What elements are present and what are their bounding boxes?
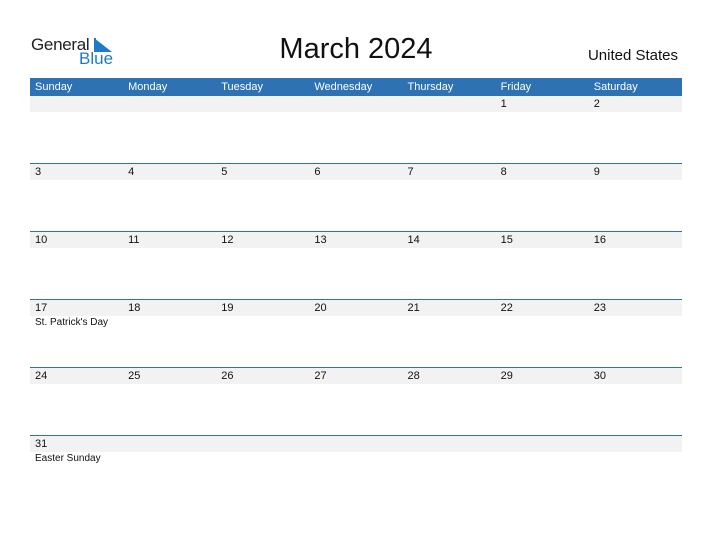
holiday-label xyxy=(123,316,216,330)
calendar-week: 12 xyxy=(30,96,682,163)
day-number xyxy=(216,96,309,112)
day-number: 25 xyxy=(128,370,141,382)
day-number: 24 xyxy=(35,370,48,382)
calendar-week: 31 Easter Sunday xyxy=(30,435,682,503)
calendar-week: 3 4 5 6 7 8 9 xyxy=(30,163,682,231)
calendar-week: 17 18 19 20 21 22 23 St. Patrick's Day xyxy=(30,299,682,367)
holiday-label xyxy=(123,452,216,466)
weekday-tuesday: Tuesday xyxy=(221,81,264,93)
day-number xyxy=(123,96,216,112)
date-row: 24 25 26 27 28 29 30 xyxy=(30,368,682,384)
holiday-label xyxy=(403,452,496,466)
day-number xyxy=(309,96,402,112)
day-number xyxy=(216,436,309,452)
day-number: 15 xyxy=(500,234,513,246)
calendar-week: 10 11 12 13 14 15 16 xyxy=(30,231,682,299)
holiday-label xyxy=(403,316,496,330)
day-number: 22 xyxy=(500,302,513,314)
day-number xyxy=(309,436,402,452)
date-row: 3 4 5 6 7 8 9 xyxy=(30,164,682,180)
day-number: 29 xyxy=(500,370,513,382)
day-number: 12 xyxy=(221,234,234,246)
day-number: 20 xyxy=(314,302,327,314)
day-number: 23 xyxy=(593,302,606,314)
holiday-label xyxy=(309,316,402,330)
date-row: 10 11 12 13 14 15 16 xyxy=(30,232,682,248)
date-row: 31 xyxy=(30,436,682,452)
weekday-thursday: Thursday xyxy=(407,81,454,93)
day-number: 26 xyxy=(221,370,234,382)
weekday-friday: Friday xyxy=(500,81,532,93)
holiday-label xyxy=(216,316,309,330)
weekday-wednesday: Wednesday xyxy=(314,81,373,93)
day-number: 2 xyxy=(593,98,600,110)
weekday-monday: Monday xyxy=(128,81,168,93)
country-label: United States xyxy=(587,47,678,64)
day-number: 31 xyxy=(35,438,48,450)
day-number xyxy=(496,436,589,452)
day-number: 6 xyxy=(314,166,321,178)
holiday-label: Easter Sunday xyxy=(35,453,101,464)
day-number: 10 xyxy=(35,234,48,246)
day-number: 17 xyxy=(35,302,48,314)
calendar-week: 24 25 26 27 28 29 30 xyxy=(30,367,682,435)
holiday-label xyxy=(589,452,682,466)
holiday-row: St. Patrick's Day xyxy=(30,316,682,330)
day-number: 21 xyxy=(407,302,420,314)
day-number xyxy=(403,436,496,452)
day-number: 27 xyxy=(314,370,327,382)
day-number: 30 xyxy=(593,370,606,382)
date-row: 12 xyxy=(30,96,682,112)
day-number: 14 xyxy=(407,234,420,246)
calendar-grid: Sunday Monday Tuesday Wednesday Thursday… xyxy=(30,78,682,503)
day-number: 19 xyxy=(221,302,234,314)
day-number: 16 xyxy=(593,234,606,246)
holiday-label: St. Patrick's Day xyxy=(35,317,109,328)
weekday-header: Sunday Monday Tuesday Wednesday Thursday… xyxy=(30,78,682,96)
holiday-label xyxy=(496,452,589,466)
weekday-saturday: Saturday xyxy=(593,81,638,93)
day-number: 28 xyxy=(407,370,420,382)
day-number: 4 xyxy=(128,166,135,178)
day-number: 18 xyxy=(128,302,141,314)
holiday-label xyxy=(496,316,589,330)
weeks-container: 1 2 3 4 5 6 7 8 9 10 11 12 13 14 15 16 17 18 19 20 21 22 23 St.… xyxy=(30,96,682,503)
day-number: 7 xyxy=(407,166,414,178)
day-number: 1 xyxy=(500,98,507,110)
day-number: 11 xyxy=(128,234,140,246)
holiday-label xyxy=(589,316,682,330)
day-number: 8 xyxy=(500,166,507,178)
day-number xyxy=(589,436,682,452)
holiday-label xyxy=(216,452,309,466)
day-number xyxy=(30,96,123,112)
weekday-sunday: Sunday xyxy=(35,81,73,93)
day-number: 13 xyxy=(314,234,327,246)
day-number xyxy=(123,436,216,452)
day-number: 5 xyxy=(221,166,228,178)
date-row: 17 18 19 20 21 22 23 xyxy=(30,300,682,316)
day-number: 3 xyxy=(35,166,42,178)
holiday-row: Easter Sunday xyxy=(30,452,682,466)
day-number xyxy=(403,96,496,112)
day-number: 9 xyxy=(593,166,600,178)
holiday-label xyxy=(309,452,402,466)
